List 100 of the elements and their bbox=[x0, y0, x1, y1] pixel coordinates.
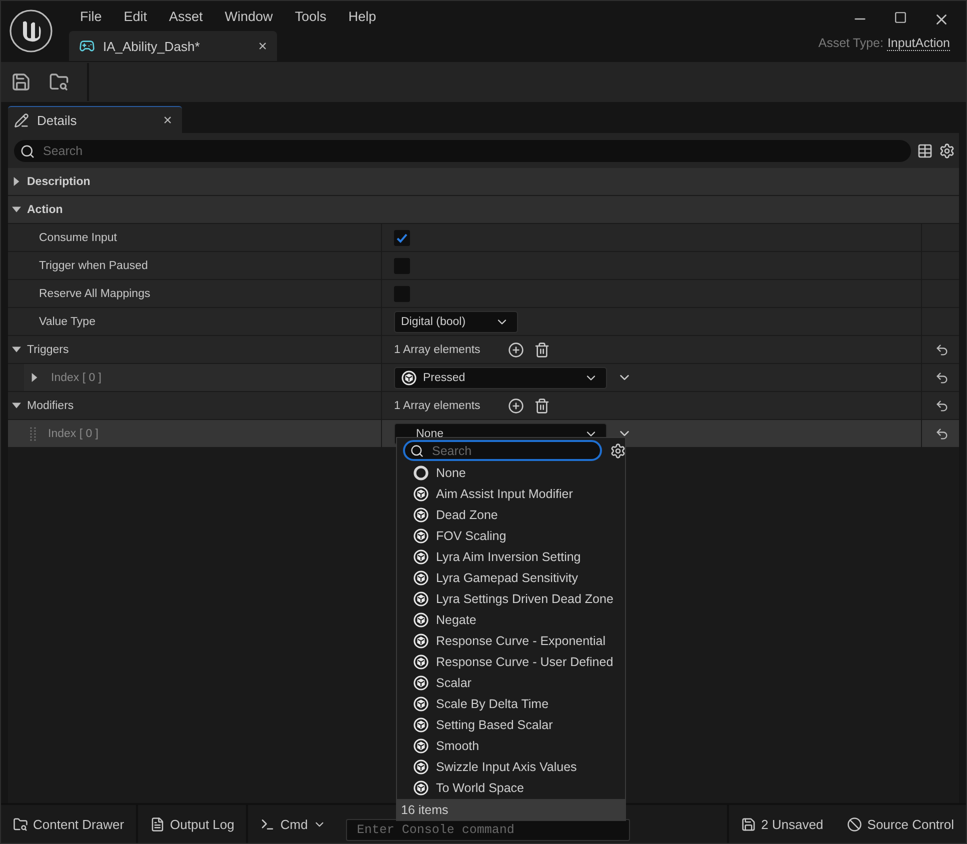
close-tab-icon[interactable]: × bbox=[163, 112, 172, 128]
cube-icon bbox=[413, 738, 429, 754]
value-type-dropdown[interactable]: Digital (bool) bbox=[394, 310, 518, 332]
cube-icon bbox=[413, 548, 429, 564]
cube-icon bbox=[413, 528, 429, 544]
array-item-row[interactable]: Index [ 0 ] Pressed bbox=[8, 364, 959, 392]
table-icon[interactable] bbox=[917, 143, 933, 159]
content-drawer-button[interactable]: Content Drawer bbox=[1, 805, 138, 843]
reset-icon[interactable] bbox=[934, 370, 948, 384]
menu-item[interactable]: Edit bbox=[112, 8, 158, 24]
checkbox[interactable] bbox=[394, 230, 410, 246]
property-label: Reserve All Mappings bbox=[39, 288, 150, 300]
dropdown-option[interactable]: Dead Zone bbox=[397, 504, 625, 525]
cube-icon bbox=[413, 696, 429, 712]
menu-item[interactable]: Asset bbox=[158, 8, 214, 24]
cube-icon bbox=[413, 716, 429, 732]
logo-icon[interactable] bbox=[9, 9, 53, 53]
dropdown-option[interactable]: Negate bbox=[397, 609, 625, 630]
close-tab-icon[interactable]: × bbox=[258, 38, 267, 54]
expander-arrow-icon[interactable] bbox=[12, 401, 21, 410]
class-dropdown[interactable]: Pressed bbox=[394, 366, 607, 388]
drag-handle-icon[interactable] bbox=[30, 426, 36, 440]
search-field[interactable]: Search bbox=[41, 143, 905, 159]
document-icon bbox=[150, 816, 166, 832]
category-label: Action bbox=[27, 204, 63, 216]
dropdown-option[interactable]: Response Curve - Exponential bbox=[397, 630, 625, 651]
add-icon[interactable] bbox=[508, 342, 524, 358]
settings-icon[interactable] bbox=[939, 143, 955, 159]
prohibited-icon bbox=[847, 816, 862, 832]
add-icon[interactable] bbox=[508, 398, 524, 414]
menu-item[interactable]: Help bbox=[337, 8, 388, 24]
dropdown-option[interactable]: Setting Based Scalar bbox=[397, 714, 625, 735]
console-field[interactable]: Enter Console command bbox=[346, 819, 630, 841]
category-label: Description bbox=[27, 176, 90, 188]
folder-search-icon[interactable] bbox=[49, 72, 69, 92]
array-count: 1 Array elements bbox=[394, 344, 480, 356]
search-field[interactable]: Search bbox=[14, 140, 911, 162]
dropdown-option[interactable]: None bbox=[397, 462, 625, 483]
details-tab[interactable]: Details × bbox=[8, 106, 182, 133]
save-icon[interactable] bbox=[11, 72, 31, 92]
dropdown-option[interactable]: Aim Assist Input Modifier bbox=[397, 483, 625, 504]
maximize-icon[interactable] bbox=[894, 11, 907, 24]
ring-icon bbox=[413, 464, 429, 480]
trash-icon[interactable] bbox=[534, 342, 550, 358]
search-icon bbox=[410, 444, 424, 458]
dropdown-option[interactable]: Swizzle Input Axis Values bbox=[397, 756, 625, 777]
dropdown-option[interactable]: To World Space bbox=[397, 777, 625, 798]
trash-icon[interactable] bbox=[534, 398, 550, 414]
search-icon bbox=[20, 144, 35, 158]
settings-icon[interactable] bbox=[610, 442, 626, 458]
expander-arrow-icon[interactable] bbox=[12, 345, 21, 354]
cube-icon bbox=[413, 674, 429, 690]
property-label: Consume Input bbox=[39, 232, 117, 244]
menu-item[interactable]: Tools bbox=[284, 8, 338, 24]
dropdown-option[interactable]: Lyra Settings Driven Dead Zone bbox=[397, 588, 625, 609]
menu-item[interactable]: File bbox=[69, 8, 113, 24]
cube-icon bbox=[413, 506, 429, 522]
save-icon bbox=[741, 816, 756, 832]
reset-icon[interactable] bbox=[934, 426, 948, 440]
expander-arrow-icon[interactable] bbox=[30, 373, 39, 382]
cube-icon bbox=[413, 590, 429, 606]
reset-icon[interactable] bbox=[934, 342, 948, 356]
document-tab[interactable]: IA_Ability_Dash* × bbox=[69, 31, 277, 61]
array-label: Modifiers bbox=[27, 400, 74, 412]
cube-icon bbox=[413, 612, 429, 628]
expander-arrow-icon[interactable] bbox=[12, 205, 21, 214]
dropdown-option[interactable]: Scale By Delta Time bbox=[397, 693, 625, 714]
dropdown-option[interactable]: Response Curve - User Defined bbox=[397, 651, 625, 672]
cube-icon bbox=[413, 570, 429, 586]
cmd-button[interactable]: Cmd bbox=[248, 805, 338, 843]
cube-icon bbox=[401, 370, 417, 386]
dropdown-search-field[interactable]: Search bbox=[403, 440, 602, 461]
array-label: Triggers bbox=[27, 344, 69, 356]
cube-icon bbox=[413, 486, 429, 502]
reset-icon[interactable] bbox=[934, 398, 948, 412]
property-label: Trigger when Paused bbox=[39, 260, 148, 272]
expander-arrow-icon[interactable] bbox=[12, 177, 21, 186]
output-log-button[interactable]: Output Log bbox=[138, 805, 248, 843]
dropdown-option[interactable]: Scalar bbox=[397, 672, 625, 693]
item-count: 16 items bbox=[397, 799, 625, 820]
index-label: Index [ 0 ] bbox=[48, 428, 99, 440]
dropdown-option[interactable]: Smooth bbox=[397, 735, 625, 756]
source-control-button[interactable]: Source Control bbox=[835, 805, 966, 843]
index-label: Index [ 0 ] bbox=[51, 372, 102, 384]
terminal-icon bbox=[260, 816, 276, 832]
asset-type-link[interactable]: InputAction bbox=[887, 36, 950, 51]
gamepad-icon bbox=[79, 38, 95, 54]
unsaved-button[interactable]: 2 Unsaved bbox=[729, 805, 836, 843]
cube-icon bbox=[413, 632, 429, 648]
cube-icon bbox=[413, 654, 429, 670]
console-field[interactable]: Enter Console command bbox=[354, 822, 621, 838]
folder-search-icon bbox=[13, 816, 28, 832]
array-count: 1 Array elements bbox=[394, 400, 480, 412]
property-label: Value Type bbox=[39, 316, 96, 328]
cube-icon bbox=[413, 758, 429, 774]
menu-item[interactable]: Window bbox=[214, 8, 284, 24]
dropdown-option[interactable]: FOV Scaling bbox=[397, 525, 625, 546]
dropdown-option[interactable]: Lyra Gamepad Sensitivity bbox=[397, 567, 625, 588]
pencil-icon bbox=[14, 112, 29, 128]
dropdown-option[interactable]: Lyra Aim Inversion Setting bbox=[397, 546, 625, 567]
